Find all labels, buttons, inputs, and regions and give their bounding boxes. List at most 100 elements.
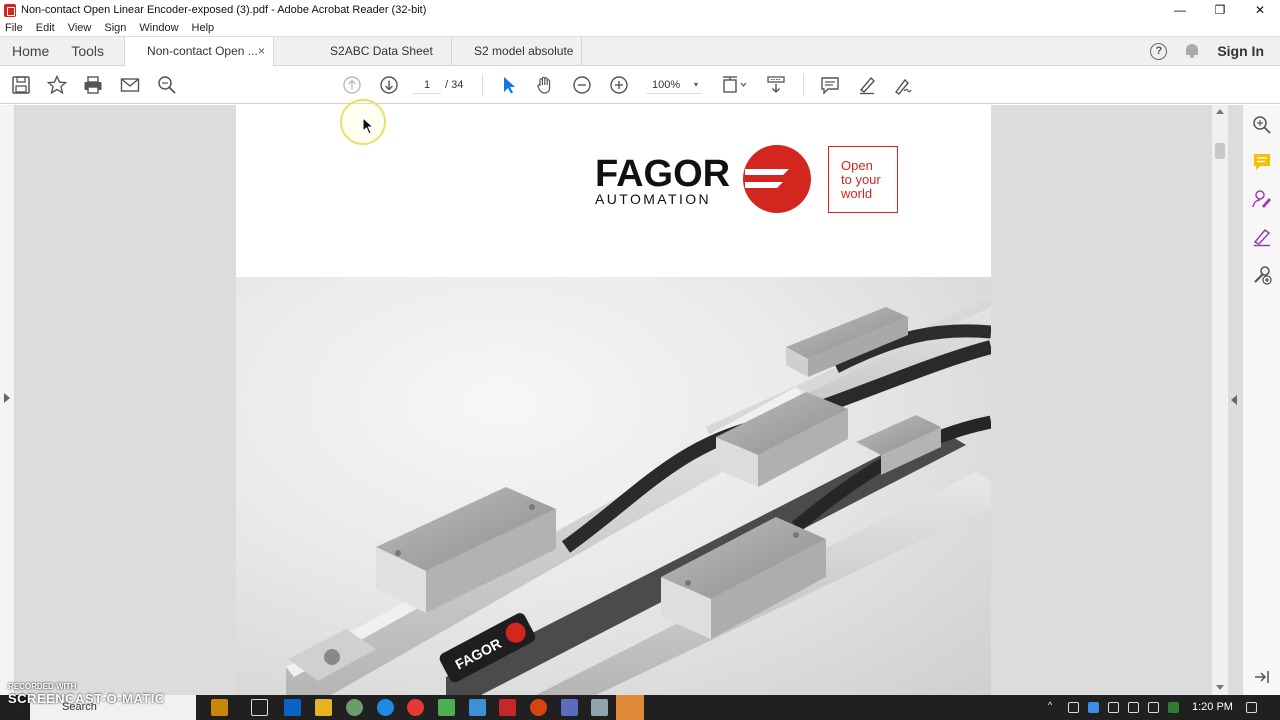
sign-pen-icon[interactable] [893, 75, 913, 95]
linear-encoder-illustration: FAGOR [286, 297, 991, 695]
fill-sign-icon[interactable] [1252, 189, 1272, 209]
slogan-line: world [841, 186, 873, 201]
left-navigation-rail[interactable] [0, 105, 15, 695]
task-view-icon[interactable] [251, 699, 268, 716]
menu-view[interactable]: View [68, 22, 92, 34]
file-explorer-icon[interactable] [315, 699, 332, 716]
windows-taskbar: Search ^ 1:20 PM [0, 695, 1280, 720]
pdf-page[interactable]: FAGOR AUTOMATION Open to your world FAGO… [236, 105, 991, 695]
menu-file[interactable]: File [5, 22, 23, 34]
zoom-level-select[interactable]: 100% ▾ [646, 76, 702, 94]
zoom-in-icon[interactable] [609, 75, 629, 95]
window-title: Non-contact Open Linear Encoder-exposed … [21, 4, 427, 16]
email-icon[interactable] [120, 75, 140, 95]
close-tab-button[interactable]: × [258, 37, 265, 66]
briefcase-icon[interactable] [211, 699, 228, 716]
zoom-search-icon[interactable] [1252, 115, 1272, 135]
collapse-tools-pane-icon[interactable] [1252, 667, 1272, 687]
edit-pen-icon[interactable] [1252, 227, 1272, 247]
page-number-input[interactable]: 1 [413, 76, 441, 94]
document-tab-active[interactable]: Non-contact Open ... × [124, 37, 275, 68]
sign-in-button[interactable]: Sign In [1217, 43, 1264, 59]
document-tab[interactable]: S2ABC Data Sheet [274, 37, 453, 67]
fagor-mark-icon [743, 145, 811, 213]
star-icon[interactable] [47, 75, 67, 95]
spreadsheet-icon[interactable] [438, 699, 455, 716]
outlook-icon[interactable] [284, 699, 301, 716]
highlight-pen-icon[interactable] [857, 75, 877, 95]
print-icon[interactable] [83, 75, 103, 95]
menu-edit[interactable]: Edit [36, 22, 55, 34]
help-icon[interactable]: ? [1150, 42, 1168, 60]
previous-page-icon[interactable] [342, 75, 362, 95]
camera-icon[interactable] [591, 699, 608, 716]
document-tab-label: Non-contact Open ... [147, 44, 258, 58]
scroll-up-icon[interactable] [1216, 109, 1224, 114]
collapse-right-pane-icon[interactable] [1231, 395, 1237, 405]
menu-help[interactable]: Help [192, 22, 215, 34]
toolbar-divider [482, 74, 483, 96]
save-icon[interactable] [11, 75, 31, 95]
page-fit-icon[interactable] [721, 75, 749, 95]
notifications-icon[interactable] [1246, 702, 1257, 713]
mouse-cursor-icon [362, 117, 374, 135]
display-icon[interactable] [1128, 702, 1139, 713]
slogan-line: Open [841, 158, 873, 173]
teams-icon[interactable] [561, 699, 578, 716]
tray-chevron-icon[interactable]: ^ [1048, 700, 1059, 711]
screencast-icon[interactable] [616, 695, 644, 720]
photos-icon[interactable] [469, 699, 486, 716]
zoom-out-icon[interactable] [572, 75, 592, 95]
main-toolbar: 1 / 34 100% ▾ [0, 66, 1280, 104]
expand-left-pane-icon[interactable] [4, 393, 10, 403]
menu-sign[interactable]: Sign [104, 22, 126, 34]
network-icon[interactable] [1108, 702, 1119, 713]
comment-tool-icon[interactable] [1252, 152, 1272, 172]
maximize-button[interactable]: ❐ [1200, 0, 1240, 20]
acrobat-app-icon [4, 3, 16, 17]
select-pointer-icon[interactable] [499, 75, 519, 95]
tab-tools[interactable]: Tools [61, 37, 124, 65]
close-window-button[interactable]: ✕ [1240, 0, 1280, 20]
title-bar: Non-contact Open Linear Encoder-exposed … [0, 0, 1280, 20]
app-icon[interactable] [346, 699, 363, 716]
volume-icon[interactable] [1148, 702, 1159, 713]
tab-home[interactable]: Home [0, 37, 61, 65]
scroll-down-icon[interactable] [1216, 685, 1224, 690]
page-total-label: / 34 [445, 79, 464, 91]
document-viewer[interactable]: FAGOR AUTOMATION Open to your world FAGO… [0, 105, 1242, 695]
tab-bar: Home Tools Non-contact Open ... × S2ABC … [0, 36, 1280, 87]
search-text-icon[interactable] [157, 75, 177, 95]
security-icon[interactable] [1168, 702, 1179, 713]
menu-bar: File Edit View Sign Window Help [0, 20, 1280, 36]
onedrive-icon[interactable] [1088, 702, 1099, 713]
recording-watermark: RECORDED WITH SCREENCAST-O-MATIC [8, 682, 165, 706]
scroll-thumb[interactable] [1215, 143, 1225, 159]
bell-icon[interactable] [1185, 43, 1199, 59]
product-photo: FAGOR [236, 277, 991, 695]
acrobat-taskbar-icon[interactable] [499, 699, 516, 716]
tools-pane [1242, 105, 1280, 695]
zoom-level-value: 100% [652, 79, 681, 91]
chevron-down-icon: ▾ [693, 80, 698, 89]
comment-icon[interactable] [820, 75, 840, 95]
window-controls: — ❐ ✕ [1160, 0, 1280, 20]
toolbar-divider [803, 74, 804, 96]
brand-subtitle: AUTOMATION [595, 191, 712, 207]
document-tab-label: S2ABC Data Sheet [330, 44, 433, 58]
watermark-brand-text: SCREENCAST-O-MATIC [8, 691, 165, 706]
vertical-scrollbar[interactable] [1212, 105, 1228, 695]
hand-tool-icon[interactable] [535, 75, 555, 95]
menu-window[interactable]: Window [139, 22, 178, 34]
minimize-button[interactable]: — [1160, 0, 1200, 20]
account-area: ? Sign In [1150, 37, 1280, 65]
app-icon[interactable] [530, 699, 547, 716]
chrome-icon[interactable] [407, 699, 424, 716]
scroll-mode-icon[interactable] [766, 75, 786, 95]
more-tools-icon[interactable] [1252, 265, 1272, 285]
slogan-box: Open to your world [828, 146, 898, 213]
next-page-icon[interactable] [379, 75, 399, 95]
microphone-icon[interactable] [1068, 702, 1079, 713]
document-tab[interactable]: S2 model absolute l... [452, 37, 583, 87]
edge-icon[interactable] [377, 699, 394, 716]
